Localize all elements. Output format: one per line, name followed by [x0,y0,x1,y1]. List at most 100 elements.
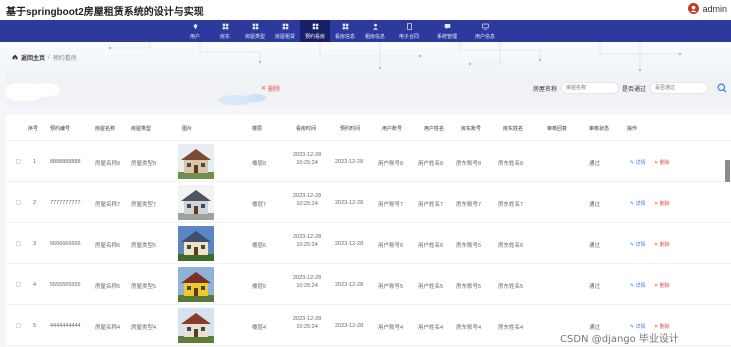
cell-booking-time: 2023-12-28 [335,241,364,247]
doc-icon [406,22,413,33]
cell-code: 5555555555 [50,282,81,288]
cell-house-type: 房屋类型5 [131,284,157,290]
cell-landlord-name: 房东姓名4 [498,325,524,331]
column-header-3[interactable]: 房屋类型 [131,125,151,132]
filter-house-name-label: 房屋名称 [533,86,558,93]
cell-index: 4 [33,282,37,288]
detail-button[interactable]: ✎ 详情 [630,159,646,166]
delete-button[interactable]: ✕ 删除 [654,241,670,248]
nav-item-5[interactable]: 看房信息 [330,20,360,42]
column-header-13[interactable]: 审核状态 [589,125,609,132]
column-header-8[interactable]: 用户账号 [382,125,402,132]
table-row: 3 6666666666 房屋名称6 房屋类型6 楼层6 2023-12-28 10:25:… [6,223,731,264]
detail-label: 详情 [635,283,646,289]
row-checkbox[interactable] [16,159,21,164]
filter-approved-label: 是否通过 [622,86,647,93]
search-icon[interactable] [717,83,727,93]
nav-item-9[interactable]: 用户信息 [466,20,504,42]
user-avatar-icon [690,5,698,13]
cell-booking-time: 2023-12-28 [335,200,364,206]
column-header-1[interactable]: 预约编号 [50,125,70,132]
nav-item-0[interactable]: 用户 [180,20,210,42]
cell-landlord-account: 房东账号4 [456,325,482,331]
watermark: CSDN @django 毕业设计 [560,334,679,345]
column-header-12[interactable]: 审核回复 [547,125,567,132]
column-header-6[interactable]: 看房时间 [296,125,316,132]
detail-button[interactable]: ✎ 详情 [630,241,646,248]
row-checkbox[interactable] [16,323,21,328]
close-icon: ✕ [654,242,659,248]
house-name-input[interactable] [561,82,620,94]
cell-code: 6666666666 [50,241,81,247]
column-header-5[interactable]: 楼层 [252,125,262,132]
nav-item-6[interactable]: 租房信息 [360,20,390,42]
detail-button[interactable]: ✎ 详情 [630,282,646,289]
column-header-10[interactable]: 房东账号 [461,125,481,132]
delete-label: 删除 [659,201,670,207]
nav-item-1[interactable]: 房东 [210,20,240,42]
nav-item-3[interactable]: 房屋租赁 [270,20,300,42]
column-header-9[interactable]: 用户姓名 [424,125,444,132]
grid-icon [252,23,259,33]
user-menu[interactable]: admin [688,3,727,14]
nav-item-label: 房屋类型 [244,33,265,40]
delete-button[interactable]: ✕ 删除 [654,159,670,166]
cell-viewing-time: 2023-12-28 10:25:24 [293,192,321,208]
grid-icon [222,23,229,33]
column-header-0[interactable]: 序号 [28,125,38,132]
delete-label: 删除 [659,242,670,248]
chat-icon [444,23,451,33]
row-checkbox[interactable] [16,200,21,205]
nav-item-2[interactable]: 房屋类型 [240,20,270,42]
column-header-11[interactable]: 房东姓名 [503,125,523,132]
nav-item-label: 用户 [189,33,200,40]
cell-user-name: 用户姓名8 [418,161,444,167]
cell-review-status: 通过 [589,243,601,249]
house-thumbnail [178,185,214,220]
row-checkbox[interactable] [16,241,21,246]
edit-icon: ✎ [630,201,635,207]
detail-button[interactable]: ✎ 详情 [630,200,646,207]
row-checkbox[interactable] [16,282,21,287]
breadcrumb-home-link[interactable]: 返回主页 [21,53,45,62]
nav-item-label: 用户信息 [474,33,495,40]
detail-button[interactable]: ✎ 详情 [630,323,646,330]
viewing-clock: 10:25:24 [296,283,318,289]
nav-item-7[interactable]: 电子合同 [390,20,428,42]
viewing-date: 2023-12-28 [293,234,322,240]
table-row: 4 5555555555 房屋名称5 房屋类型5 楼层5 2023-12-28 10:25:… [6,264,731,305]
scrollbar[interactable] [725,160,730,182]
batch-delete-button[interactable]: ✕ 删除 [261,84,280,93]
username: admin [702,3,727,14]
delete-button[interactable]: ✕ 删除 [654,323,670,330]
detail-label: 详情 [635,201,646,207]
grid-icon [312,23,319,33]
grid-icon [282,23,289,33]
column-header-2[interactable]: 房屋名称 [95,125,115,132]
cell-viewing-time: 2023-12-28 10:25:24 [293,315,321,331]
cell-viewing-time: 2023-12-28 10:25:24 [293,151,321,167]
column-header-14: 操作 [627,126,638,132]
nav-item-4[interactable]: 预约看房 [300,20,330,42]
data-table: 序号 预约编号 房屋名称 房屋类型 图片 楼层 看房时间 预约时间 用户账号 用户姓名 房东账号 房东… [6,115,731,347]
approved-input[interactable] [650,82,709,94]
cell-user-name: 用户姓名6 [418,243,444,249]
nav-item-8[interactable]: 系统管理 [428,20,466,42]
cell-house-name: 房屋名称7 [95,202,121,208]
avatar [688,3,700,14]
cell-index: 5 [33,323,37,329]
delete-button[interactable]: ✕ 删除 [654,200,670,207]
cell-landlord-account: 房东账号5 [456,284,482,290]
house-thumbnail [178,226,214,261]
cell-house-name: 房屋名称4 [95,325,121,331]
column-header-7[interactable]: 预约时间 [340,125,360,132]
breadcrumb: 返回主页 / 预约看房 [12,53,77,62]
cell-index: 3 [33,241,37,247]
delete-label: 删除 [659,160,670,166]
cell-code: 7777777777 [50,200,81,206]
delete-button[interactable]: ✕ 删除 [654,282,670,289]
cell-viewing-time: 2023-12-28 10:25:24 [293,233,321,249]
app-title: 基于springboot2房屋租赁系统的设计与实现 [6,7,204,18]
cell-user-account: 用户账号4 [378,325,404,331]
cell-review-status: 通过 [589,202,601,208]
